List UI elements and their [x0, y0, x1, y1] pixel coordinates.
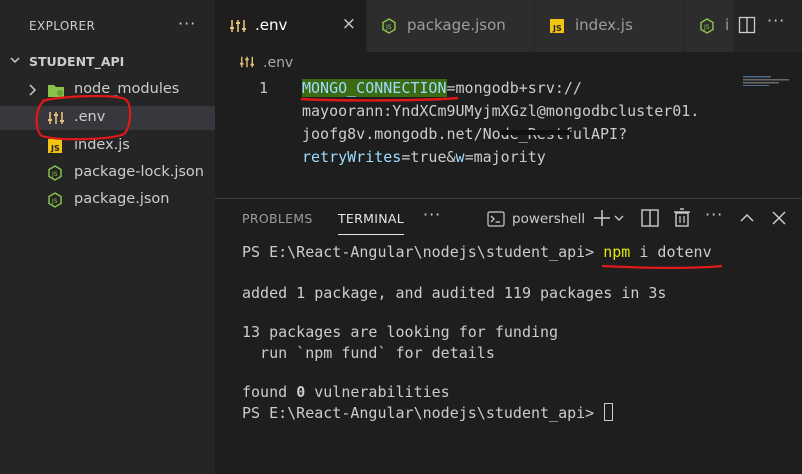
add-terminal-icon[interactable]: [591, 207, 613, 229]
explorer-sidebar: EXPLORER ··· STUDENT_API node_modules .e…: [0, 0, 215, 474]
terminal-command: npm: [603, 243, 631, 261]
tree-item-label: package-lock.json: [74, 164, 204, 180]
js-file-icon: JS: [550, 19, 564, 33]
terminal-line: run `npm fund` for details: [242, 344, 495, 362]
terminal-line: found 0 vulnerabilities: [242, 383, 450, 401]
bottom-panel: PROBLEMS TERMINAL ··· powershell ··· PS …: [215, 198, 802, 474]
tree-item-label: node_modules: [74, 81, 180, 97]
close-tab-icon[interactable]: ×: [342, 14, 356, 34]
settings-file-icon: [230, 20, 246, 32]
svg-text:JS: JS: [385, 24, 392, 31]
maximize-panel-icon[interactable]: [736, 207, 758, 229]
chevron-down-icon: [10, 57, 20, 64]
editor-more-icon[interactable]: ···: [767, 11, 785, 30]
terminal-line: added 1 package, and audited 119 package…: [242, 284, 667, 302]
tree-item-label: package.json: [74, 191, 170, 207]
more-actions-icon[interactable]: ···: [705, 205, 723, 224]
found-suffix: vulnerabilities: [305, 383, 450, 401]
chevron-down-icon[interactable]: [613, 207, 625, 229]
query-key: retryWrites: [302, 148, 402, 166]
editor-tab-bar: .env × JS package.json JS index.js JS i …: [215, 0, 802, 52]
code-line: mayoorann:YndXCm9UMyjmXGzl@mongodbcluste…: [302, 102, 700, 120]
tab-label: package.json: [407, 16, 506, 34]
close-panel-icon[interactable]: [768, 207, 790, 229]
explorer-title: EXPLORER: [29, 19, 96, 33]
tab-label: .env: [255, 16, 288, 34]
env-key: MONGO_CONNECTION: [302, 79, 447, 97]
settings-file-icon: [240, 56, 254, 68]
trash-icon[interactable]: [671, 207, 693, 229]
terminal-line: PS E:\React-Angular\nodejs\student_api> …: [242, 243, 712, 261]
query-key: w: [455, 148, 465, 166]
vulnerability-count: 0: [296, 383, 306, 401]
minimap[interactable]: [743, 76, 802, 86]
tree-item-label: index.js: [74, 137, 130, 153]
workspace-folder-name: STUDENT_API: [29, 54, 125, 69]
code-editor[interactable]: 1 MONGO_CONNECTION=mongodb+srv:// mayoor…: [215, 74, 802, 198]
tab-terminal[interactable]: TERMINAL: [338, 211, 404, 226]
terminal-name[interactable]: powershell: [512, 211, 585, 227]
panel-more-icon[interactable]: ···: [423, 205, 441, 224]
svg-text:JS: JS: [50, 144, 60, 153]
code-line: joofg8v.mongodb.net/Node_RestfulAPI?: [302, 125, 628, 143]
terminal-cursor: [604, 403, 614, 421]
tree-item-package-lock[interactable]: JS package-lock.json: [0, 161, 215, 185]
code-line: MONGO_CONNECTION=mongodb+srv://: [302, 79, 582, 97]
workspace-folder[interactable]: STUDENT_API: [0, 51, 215, 73]
env-value: =mongodb+srv://: [446, 79, 582, 97]
js-file-icon: JS: [48, 139, 62, 153]
tree-item-node-modules[interactable]: node_modules: [0, 78, 215, 102]
terminal-prompt: PS E:\React-Angular\nodejs\student_api>: [242, 404, 604, 422]
line-number: 1: [259, 79, 269, 97]
folder-icon: [48, 85, 64, 97]
code-line: retryWrites=true&w=majority: [302, 148, 546, 166]
svg-text:JS: JS: [51, 171, 58, 178]
explorer-header: EXPLORER ···: [0, 0, 215, 52]
settings-file-icon: [48, 112, 64, 124]
active-tab-indicator: [338, 234, 404, 235]
nodejs-file-icon: JS: [700, 18, 714, 34]
explorer-more-button[interactable]: ···: [178, 14, 196, 33]
tab-index-js[interactable]: JS index.js: [535, 0, 685, 52]
tree-item-package-json[interactable]: JS package.json: [0, 188, 215, 212]
terminal-input-line[interactable]: PS E:\React-Angular\nodejs\student_api>: [242, 403, 614, 422]
tab-env[interactable]: .env ×: [215, 0, 367, 52]
terminal-icon: [487, 211, 505, 227]
tab-problems[interactable]: PROBLEMS: [242, 211, 313, 226]
terminal-command-args: i dotenv: [630, 243, 712, 261]
query-value: =true&: [401, 148, 456, 166]
tree-item-label: .env: [74, 109, 106, 125]
terminal-prompt: PS E:\React-Angular\nodejs\student_api>: [242, 243, 604, 261]
tab-overflow[interactable]: JS i: [685, 0, 735, 52]
tab-package-json[interactable]: JS package.json: [367, 0, 535, 52]
split-editor-icon[interactable]: [738, 16, 756, 34]
redaction-bar: [500, 130, 570, 135]
tree-item-index-js[interactable]: JS index.js: [0, 134, 215, 158]
breadcrumb: .env: [215, 52, 802, 74]
terminal-line: 13 packages are looking for funding: [242, 323, 559, 341]
split-terminal-icon[interactable]: [639, 207, 661, 229]
tree-item-env[interactable]: .env: [0, 106, 215, 130]
nodejs-file-icon: JS: [48, 192, 62, 208]
svg-text:JS: JS: [51, 198, 58, 205]
query-value: =majority: [464, 148, 546, 166]
chevron-right-icon: [29, 84, 37, 96]
found-prefix: found: [242, 383, 297, 401]
nodejs-file-icon: JS: [382, 18, 396, 34]
breadcrumb-file[interactable]: .env: [263, 55, 293, 71]
svg-text:JS: JS: [552, 24, 562, 33]
tab-label: i: [725, 16, 730, 34]
tab-label: index.js: [575, 16, 633, 34]
nodejs-file-icon: JS: [48, 165, 62, 181]
svg-text:JS: JS: [703, 24, 710, 31]
